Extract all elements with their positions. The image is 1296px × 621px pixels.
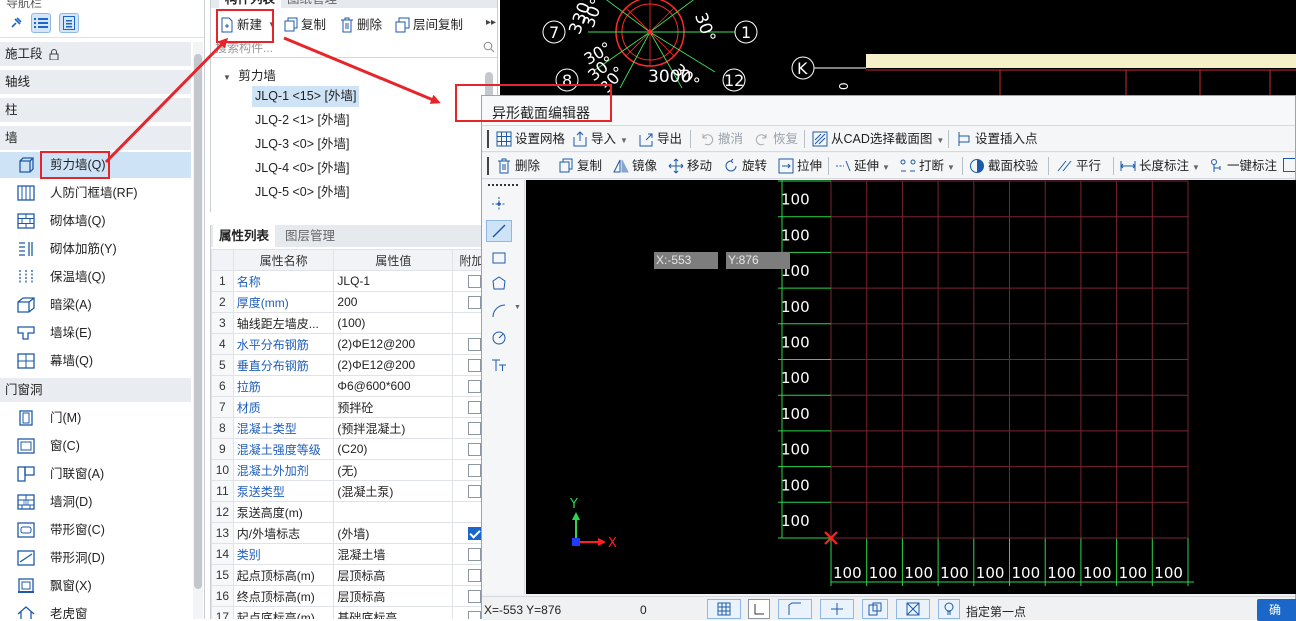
annotation-arrow-up <box>104 37 229 164</box>
annotation-arrows <box>104 36 441 164</box>
annotation-arrow-right <box>283 36 441 104</box>
